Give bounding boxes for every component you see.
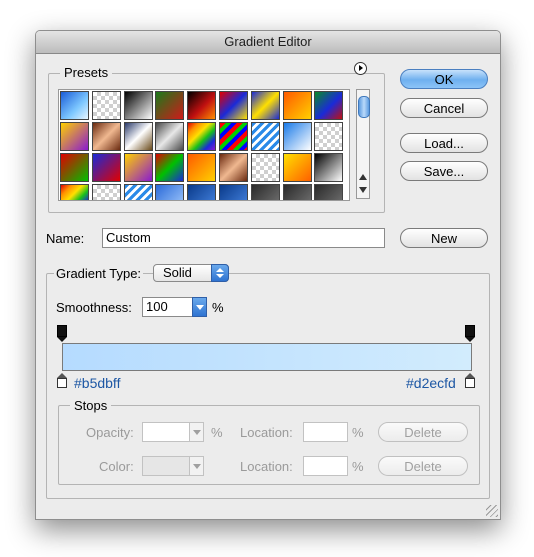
preset-swatch[interactable] — [60, 153, 89, 182]
color-swatch[interactable] — [142, 456, 190, 476]
updown-arrows-icon — [211, 264, 229, 282]
scroll-thumb[interactable] — [358, 96, 370, 118]
preset-swatch[interactable] — [250, 153, 280, 182]
preset-swatch[interactable] — [123, 153, 153, 182]
presets-menu-icon[interactable] — [354, 62, 367, 75]
opacity-unit: % — [211, 425, 223, 440]
preset-swatch[interactable] — [314, 184, 344, 200]
color-location-unit: % — [352, 459, 364, 474]
name-input[interactable]: Custom — [102, 228, 385, 248]
color-label: Color: — [99, 459, 134, 474]
preset-swatch[interactable] — [155, 184, 185, 200]
preset-swatch[interactable] — [155, 153, 185, 182]
opacity-location-label: Location: — [240, 425, 293, 440]
scroll-up-arrow-icon[interactable] — [359, 174, 367, 180]
end-color-hex: #d2ecfd — [406, 375, 456, 391]
preset-swatch[interactable] — [60, 184, 89, 200]
preset-swatch[interactable] — [91, 91, 121, 120]
opacity-stop-left-icon[interactable] — [57, 325, 67, 337]
preset-swatch[interactable] — [282, 184, 312, 200]
preset-swatch[interactable] — [314, 91, 344, 120]
preset-swatch[interactable] — [187, 122, 217, 151]
preset-swatch[interactable] — [155, 91, 185, 120]
preset-swatch[interactable] — [91, 184, 121, 200]
preset-swatch[interactable] — [60, 122, 89, 151]
smoothness-unit: % — [212, 300, 224, 315]
ok-button[interactable]: OK — [400, 69, 488, 89]
gradient-type-value: Solid — [163, 265, 192, 280]
preset-swatch[interactable] — [123, 91, 153, 120]
preset-swatch[interactable] — [250, 184, 280, 200]
preset-swatch[interactable] — [91, 122, 121, 151]
opacity-location-unit: % — [352, 425, 364, 440]
preset-swatch[interactable] — [314, 122, 344, 151]
opacity-dropdown-icon[interactable] — [189, 422, 204, 442]
color-location-label: Location: — [240, 459, 293, 474]
new-button[interactable]: New — [400, 228, 488, 248]
smoothness-label: Smoothness: — [56, 300, 132, 315]
color-dropdown-icon[interactable] — [189, 456, 204, 476]
preset-swatch[interactable] — [187, 91, 217, 120]
gradient-type-select[interactable]: Solid — [153, 264, 229, 282]
preset-swatch[interactable] — [282, 153, 312, 182]
preset-swatch[interactable] — [314, 153, 344, 182]
preset-swatch[interactable] — [219, 184, 248, 200]
smoothness-dropdown-icon[interactable] — [192, 297, 207, 317]
load-button[interactable]: Load... — [400, 133, 488, 153]
save-button[interactable]: Save... — [400, 161, 488, 181]
preset-swatch[interactable] — [187, 153, 217, 182]
preset-swatch[interactable] — [219, 153, 248, 182]
presets-label: Presets — [60, 65, 113, 81]
opacity-input[interactable] — [142, 422, 190, 442]
opacity-location-input[interactable] — [303, 422, 348, 442]
opacity-label: Opacity: — [86, 425, 134, 440]
preset-swatch[interactable] — [219, 91, 248, 120]
preset-swatch[interactable] — [250, 122, 280, 151]
preset-swatch[interactable] — [123, 122, 153, 151]
color-delete-button[interactable]: Delete — [378, 456, 468, 476]
window-title: Gradient Editor — [36, 31, 500, 54]
gradient-preview-bar[interactable] — [62, 343, 472, 371]
preset-swatch[interactable] — [60, 91, 89, 120]
preset-swatch[interactable] — [123, 184, 153, 200]
preset-swatch-grid — [58, 89, 350, 201]
scroll-down-arrow-icon[interactable] — [359, 187, 367, 193]
preset-swatch[interactable] — [219, 122, 248, 151]
resize-grip-icon[interactable] — [486, 505, 498, 517]
color-location-input[interactable] — [303, 456, 348, 476]
stops-label: Stops — [70, 398, 112, 414]
preset-swatch[interactable] — [91, 153, 121, 182]
preset-swatch[interactable] — [155, 122, 185, 151]
gradient-editor-window: Gradient Editor Presets OK Cancel Load..… — [35, 30, 501, 520]
preset-swatch[interactable] — [187, 184, 217, 200]
name-label: Name: — [46, 231, 85, 246]
presets-scrollbar[interactable] — [356, 89, 370, 199]
opacity-stop-right-icon[interactable] — [465, 325, 475, 337]
preset-swatch[interactable] — [282, 122, 312, 151]
preset-swatch[interactable] — [250, 91, 280, 120]
opacity-delete-button[interactable]: Delete — [378, 422, 468, 442]
gradient-type-label: Gradient Type: — [54, 266, 144, 282]
start-color-hex: #b5dbff — [74, 375, 121, 391]
smoothness-input[interactable]: 100 — [142, 297, 194, 317]
cancel-button[interactable]: Cancel — [400, 98, 488, 118]
preset-swatch[interactable] — [282, 91, 312, 120]
